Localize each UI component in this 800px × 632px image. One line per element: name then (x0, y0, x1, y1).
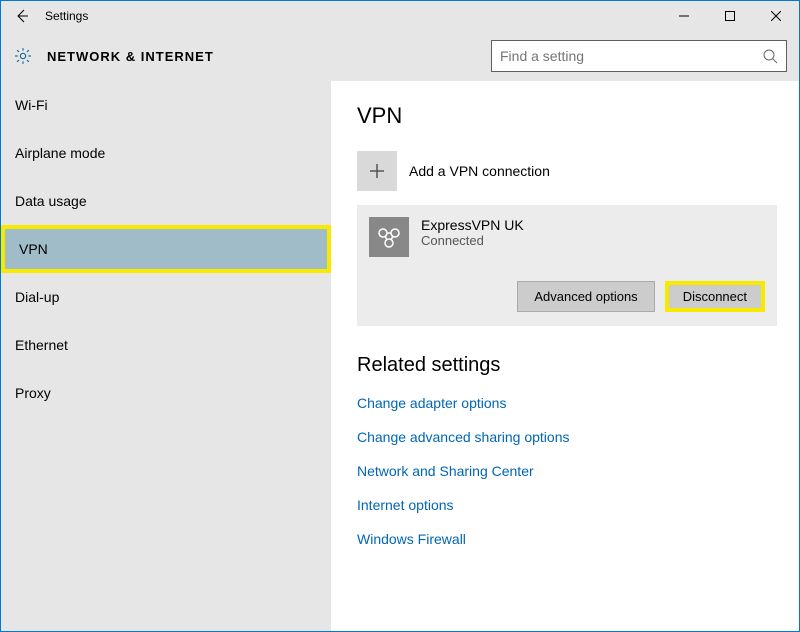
related-title: Related settings (357, 354, 799, 377)
add-vpn-label: Add a VPN connection (409, 163, 550, 179)
header-heading: NETWORK & INTERNET (47, 49, 214, 64)
vpn-network-icon (369, 217, 409, 257)
sidebar-item-wifi[interactable]: Wi-Fi (1, 81, 331, 129)
sidebar-item-vpn[interactable]: VPN (1, 225, 331, 273)
sidebar-item-label: Wi-Fi (15, 97, 48, 113)
plus-icon (357, 151, 397, 191)
close-button[interactable] (753, 1, 799, 31)
vpn-status: Connected (421, 233, 524, 248)
search-input[interactable] (500, 48, 762, 64)
sidebar-item-label: VPN (19, 241, 48, 257)
maximize-button[interactable] (707, 1, 753, 31)
sidebar-item-data-usage[interactable]: Data usage (1, 177, 331, 225)
header: NETWORK & INTERNET (1, 31, 799, 81)
sidebar-item-ethernet[interactable]: Ethernet (1, 321, 331, 369)
sidebar-item-label: Data usage (15, 193, 87, 209)
link-change-adapter-options[interactable]: Change adapter options (357, 395, 799, 411)
search-box[interactable] (491, 40, 787, 72)
sidebar-item-label: Proxy (15, 385, 51, 401)
disconnect-button[interactable]: Disconnect (665, 281, 765, 312)
settings-window: Settings NETWORK & INTERNET (0, 0, 800, 632)
vpn-name: ExpressVPN UK (421, 217, 524, 233)
link-windows-firewall[interactable]: Windows Firewall (357, 531, 799, 547)
sidebar: Wi-Fi Airplane mode Data usage VPN Dial-… (1, 81, 331, 631)
sidebar-item-proxy[interactable]: Proxy (1, 369, 331, 417)
sidebar-item-airplane-mode[interactable]: Airplane mode (1, 129, 331, 177)
link-internet-options[interactable]: Internet options (357, 497, 799, 513)
page-title: VPN (357, 103, 799, 129)
link-network-sharing-center[interactable]: Network and Sharing Center (357, 463, 799, 479)
sidebar-item-label: Airplane mode (15, 145, 105, 161)
vpn-entry[interactable]: ExpressVPN UK Connected Advanced options… (357, 205, 777, 326)
gear-icon (13, 46, 33, 66)
sidebar-item-label: Ethernet (15, 337, 68, 353)
body: Wi-Fi Airplane mode Data usage VPN Dial-… (1, 81, 799, 631)
minimize-button[interactable] (661, 1, 707, 31)
window-title: Settings (45, 9, 88, 23)
main-panel: VPN Add a VPN connection (331, 81, 799, 631)
advanced-options-button[interactable]: Advanced options (517, 281, 654, 312)
add-vpn-connection[interactable]: Add a VPN connection (357, 151, 799, 191)
link-change-advanced-sharing-options[interactable]: Change advanced sharing options (357, 429, 799, 445)
sidebar-item-dialup[interactable]: Dial-up (1, 273, 331, 321)
related-settings: Related settings Change adapter options … (357, 354, 799, 547)
titlebar: Settings (1, 1, 799, 31)
sidebar-item-label: Dial-up (15, 289, 59, 305)
search-icon (762, 48, 778, 64)
back-button[interactable] (7, 1, 37, 31)
